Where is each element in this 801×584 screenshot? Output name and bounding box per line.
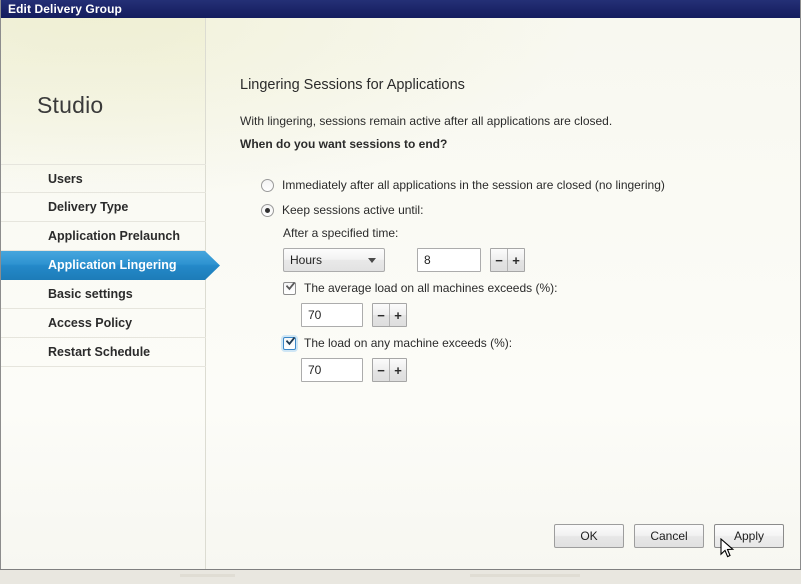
- sidebar-item-delivery-type[interactable]: Delivery Type: [1, 193, 206, 222]
- sidebar-item-label: Delivery Type: [48, 200, 129, 214]
- avg-load-increment-button[interactable]: +: [389, 304, 406, 326]
- any-load-stepper: − +: [372, 358, 407, 382]
- time-value-input[interactable]: 8: [417, 248, 481, 272]
- ok-button[interactable]: OK: [554, 524, 624, 548]
- avg-load-checkbox[interactable]: [283, 281, 296, 295]
- any-load-decrement-button[interactable]: −: [373, 359, 389, 381]
- any-load-increment-button[interactable]: +: [389, 359, 406, 381]
- studio-brand: Studio: [37, 92, 104, 118]
- page-description: With lingering, sessions remain active a…: [240, 114, 613, 128]
- sidebar-item-label: Restart Schedule: [48, 345, 151, 359]
- apply-button[interactable]: Apply: [714, 524, 784, 548]
- sidebar-nav: Users Delivery Type Application Prelaunc…: [1, 164, 220, 367]
- time-unit-value: Hours: [290, 253, 323, 267]
- cancel-button[interactable]: Cancel: [634, 524, 704, 548]
- any-load-checkbox-row[interactable]: The load on any machine exceeds (%):: [283, 336, 512, 350]
- sidebar-item-restart-schedule[interactable]: Restart Schedule: [1, 338, 206, 367]
- time-value-text: 8: [424, 253, 431, 267]
- content-pane: Lingering Sessions for Applications With…: [207, 18, 800, 569]
- radio-keep-sessions-label: Keep sessions active until:: [282, 203, 424, 217]
- time-increment-button[interactable]: +: [507, 249, 524, 271]
- any-load-label: The load on any machine exceeds (%):: [304, 336, 513, 350]
- sidebar-item-label: Application Prelaunch: [48, 229, 180, 243]
- radio-immediately-label: Immediately after all applications in th…: [282, 178, 665, 192]
- sidebar-item-label: Access Policy: [48, 316, 133, 330]
- avg-load-checkbox-row[interactable]: The average load on all machines exceeds…: [283, 281, 557, 295]
- radio-immediately-indicator[interactable]: [261, 178, 274, 192]
- time-decrement-button[interactable]: −: [491, 249, 507, 271]
- avg-load-label: The average load on all machines exceeds…: [304, 281, 558, 295]
- sidebar: Studio Users Delivery Type Application P…: [1, 18, 220, 569]
- sidebar-item-label: Users: [48, 172, 83, 186]
- taskbar-strip: [0, 569, 801, 584]
- page-title: Lingering Sessions for Applications: [240, 77, 465, 93]
- radio-keep-sessions-option[interactable]: Keep sessions active until:: [261, 203, 423, 217]
- any-load-value-text: 70: [308, 363, 322, 377]
- specified-time-label: After a specified time:: [283, 226, 399, 240]
- avg-load-value-row: 70 − +: [301, 303, 407, 327]
- any-load-value-row: 70 − +: [301, 358, 407, 382]
- screen: Edit Delivery Group Studio Users Deliver…: [0, 0, 801, 584]
- sidebar-item-users[interactable]: Users: [1, 164, 206, 193]
- any-load-checkbox[interactable]: [283, 336, 296, 350]
- checkmark-icon: [286, 336, 295, 345]
- avg-load-stepper: − +: [372, 303, 407, 327]
- sidebar-item-basic-settings[interactable]: Basic settings: [1, 280, 206, 309]
- edit-delivery-group-dialog: Edit Delivery Group Studio Users Deliver…: [0, 0, 801, 570]
- window-titlebar: Edit Delivery Group: [1, 0, 800, 18]
- avg-load-value-text: 70: [308, 308, 322, 322]
- sidebar-item-application-lingering[interactable]: Application Lingering: [1, 251, 220, 280]
- avg-load-decrement-button[interactable]: −: [373, 304, 389, 326]
- radio-keep-sessions-indicator[interactable]: [261, 203, 274, 217]
- question-label: When do you want sessions to end?: [240, 137, 448, 151]
- time-value-stepper: − +: [490, 248, 525, 272]
- sidebar-item-label: Application Lingering: [48, 258, 177, 272]
- specified-time-row: Hours 8 − +: [283, 248, 525, 272]
- time-unit-dropdown[interactable]: Hours: [283, 248, 385, 272]
- dialog-footer-buttons: OK Cancel Apply: [554, 524, 784, 548]
- radio-immediately-option[interactable]: Immediately after all applications in th…: [261, 178, 665, 192]
- avg-load-input[interactable]: 70: [301, 303, 363, 327]
- window-body: Studio Users Delivery Type Application P…: [1, 18, 800, 569]
- sidebar-item-label: Basic settings: [48, 287, 133, 301]
- checkmark-icon: [286, 281, 295, 290]
- window-title: Edit Delivery Group: [8, 2, 122, 16]
- sidebar-item-access-policy[interactable]: Access Policy: [1, 309, 206, 338]
- sidebar-item-application-prelaunch[interactable]: Application Prelaunch: [1, 222, 206, 251]
- any-load-input[interactable]: 70: [301, 358, 363, 382]
- chevron-down-icon: [368, 257, 376, 263]
